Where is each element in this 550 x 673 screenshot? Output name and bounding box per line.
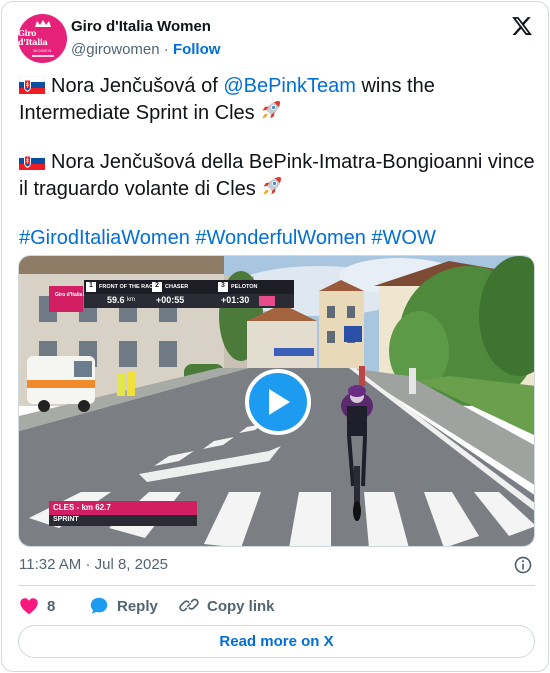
avatar[interactable]: Giro d'Italia WOMEN <box>18 14 67 63</box>
follow-button[interactable]: Follow <box>173 41 221 58</box>
author-name[interactable]: Giro d'Italia Women <box>71 18 211 35</box>
overlay-front-unit: km <box>127 297 135 303</box>
hashtag-link[interactable]: #GirodItaliaWomen <box>19 227 190 249</box>
tweet-line-english: Nora Jenčušová of @BePinkTeam wins the I… <box>19 74 539 125</box>
tweet-text: Nora Jenčušová of @BePinkTeam wins the I… <box>19 74 539 250</box>
avatar-logo-bar <box>31 55 54 57</box>
hashtag-link[interactable]: #WOW <box>371 227 435 249</box>
overlay-rank-1: 1 <box>89 282 93 289</box>
link-icon <box>179 598 199 612</box>
overlay-sprint-label: SPRINT <box>53 516 79 523</box>
avatar-logo-sub: WOMEN <box>33 48 52 54</box>
overlay-front-label: FRONT OF THE RACE <box>99 284 157 290</box>
reply-label: Reply <box>117 597 158 615</box>
rocket-icon <box>263 177 281 195</box>
tweet-date: Jul 8, 2025 <box>94 556 168 573</box>
overlay-peloton-label: PELOTON <box>231 284 258 290</box>
mention-link[interactable]: @BePinkTeam <box>223 75 356 97</box>
copy-link-button[interactable]: Copy link <box>178 595 275 617</box>
slovakia-flag-icon <box>19 152 45 170</box>
crown-icon <box>34 20 51 28</box>
play-icon <box>269 389 290 415</box>
heart-icon <box>20 598 38 615</box>
tweet-card: Giro d'Italia WOMEN Giro d'Italia Women … <box>1 1 549 672</box>
divider <box>18 585 535 586</box>
reply-icon <box>90 597 108 614</box>
tweet-hashtags: #GirodItaliaWomen #WonderfulWomen #WOW <box>19 226 539 250</box>
separator-dot: · <box>163 41 169 58</box>
like-count: 8 <box>47 597 56 615</box>
action-bar: 8 Reply Copy link <box>18 594 275 618</box>
overlay-logo-text: Giro d'Italia <box>55 292 83 298</box>
read-more-button[interactable]: Read more on X <box>18 625 535 658</box>
reply-button[interactable]: Reply <box>88 595 178 617</box>
tweet-timestamp[interactable]: 11:32 AM · Jul 8, 2025 <box>19 556 168 573</box>
rocket-icon <box>262 101 280 119</box>
overlay-front-value: 59.6 <box>107 295 125 305</box>
hashtag-link[interactable]: #WonderfulWomen <box>195 227 365 249</box>
overlay-chaser-value: +00:55 <box>156 295 185 305</box>
overlay-rank-2: 2 <box>155 282 159 289</box>
overlay-location: CLES - km 62.7 <box>53 503 111 512</box>
avatar-logo-text: Giro d'Italia <box>18 28 48 48</box>
separator-dot: · <box>85 556 91 573</box>
copy-link-label: Copy link <box>207 597 275 615</box>
overlay-chaser-label: CHASER <box>165 284 189 290</box>
overlay-peloton-value: +01:30 <box>221 295 250 305</box>
author-handle[interactable]: @girowomen <box>71 41 160 58</box>
overlay-rank-3: 3 <box>221 282 225 289</box>
tweet-line1-pre: Nora Jenčušová of <box>51 75 224 97</box>
author-handle-row: @girowomen · Follow <box>71 41 220 58</box>
tweet-line-italian: Nora Jenčušová della BePink-Imatra-Bongi… <box>19 150 539 201</box>
x-logo-icon[interactable] <box>511 15 533 37</box>
slovakia-flag-icon <box>19 76 45 94</box>
like-button[interactable]: 8 <box>18 595 88 617</box>
tweet-time: 11:32 AM <box>19 556 82 573</box>
video-player[interactable]: Giro d'Italia FRONT OF THE RACE 1 CHASER… <box>18 255 535 547</box>
info-icon[interactable] <box>513 555 533 575</box>
play-button[interactable] <box>245 369 311 435</box>
